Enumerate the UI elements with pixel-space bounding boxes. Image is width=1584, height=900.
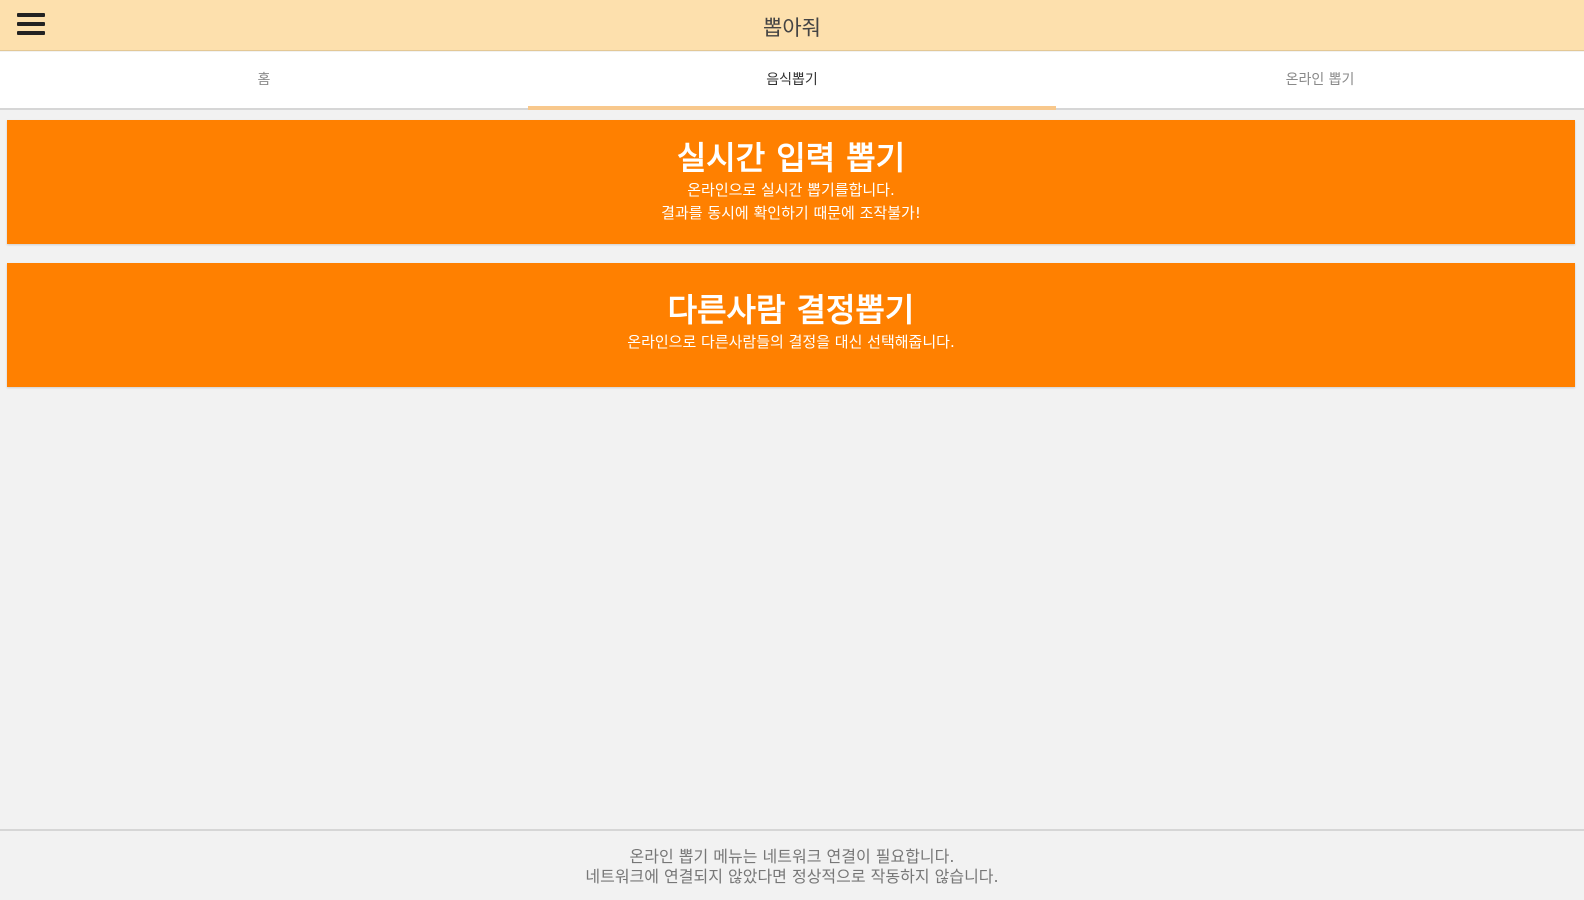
tab-online-pick[interactable]: 온라인 뽑기 [1056, 52, 1584, 108]
tab-label: 음식뽑기 [766, 72, 818, 88]
app-bar: 뽑아줘 [0, 0, 1584, 51]
active-tab-indicator [528, 106, 1056, 110]
tab-bar: 홈 음식뽑기 온라인 뽑기 [0, 52, 1584, 110]
card-description: 결과를 동시에 확인하기 때문에 조작불가! [661, 204, 921, 222]
others-decision-pick-button[interactable]: 다른사람 결정뽑기 온라인으로 다른사람들의 결정을 대신 선택해줍니다. [7, 263, 1575, 387]
tab-label: 온라인 뽑기 [1285, 72, 1355, 88]
footer-text-line: 온라인 뽑기 메뉴는 네트워크 연결이 필요합니다. [629, 847, 955, 866]
card-title: 다른사람 결정뽑기 [667, 291, 915, 329]
footer-text-line: 네트워크에 연결되지 않았다면 정상적으로 작동하지 않습니다. [585, 867, 999, 886]
tab-food-pick[interactable]: 음식뽑기 [528, 52, 1056, 110]
card-description: 온라인으로 실시간 뽑기를합니다. [687, 181, 895, 199]
card-title: 실시간 입력 뽑기 [676, 139, 906, 177]
app-title: 뽑아줘 [763, 16, 821, 40]
tab-label: 홈 [257, 72, 271, 88]
tab-home[interactable]: 홈 [0, 52, 528, 108]
realtime-pick-button[interactable]: 실시간 입력 뽑기 온라인으로 실시간 뽑기를합니다. 결과를 동시에 확인하기… [7, 120, 1575, 244]
network-notice-footer: 온라인 뽑기 메뉴는 네트워크 연결이 필요합니다. 네트워크에 연결되지 않았… [0, 829, 1584, 900]
card-description: 온라인으로 다른사람들의 결정을 대신 선택해줍니다. [627, 333, 955, 351]
